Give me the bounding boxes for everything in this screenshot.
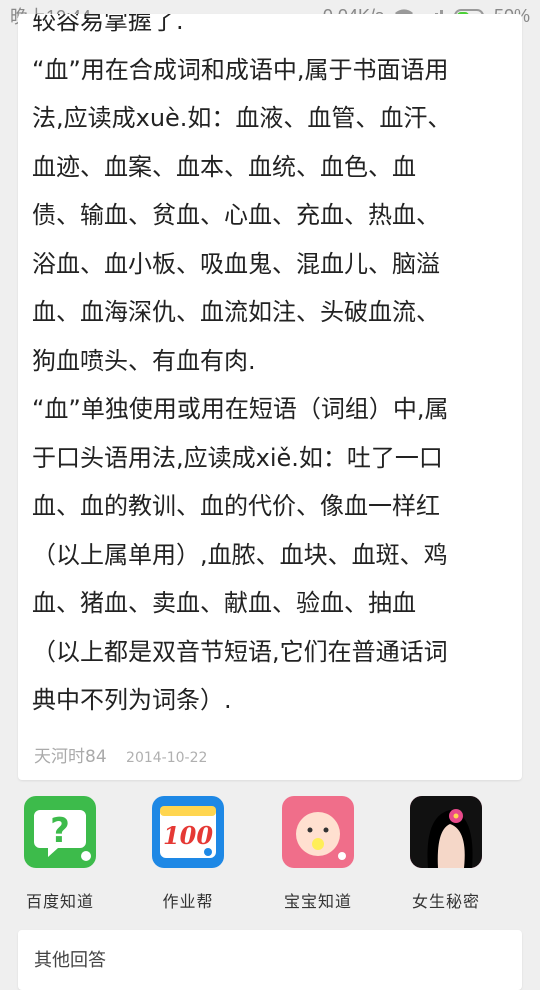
- answer-line: （以上都是双音节短语,它们在普通话词: [32, 637, 448, 666]
- app-zuoyebang[interactable]: 100 作业帮: [138, 796, 238, 912]
- svg-text:100: 100: [163, 821, 213, 850]
- answer-line: 血迹、血案、血本、血统、血色、血: [32, 152, 416, 181]
- answer-line: 狗血喷头、有血有肉.: [32, 346, 256, 375]
- answer-line: 血、猪血、卖血、献血、验血、抽血: [32, 589, 416, 617]
- answer-line: “血”单独使用或用在短语（词组）中,属: [32, 395, 449, 423]
- answer-date: 2014-10-22: [126, 750, 208, 766]
- answer-partial-line: 较容易掌握了.: [32, 14, 184, 35]
- answer-line: 法,应读成xuè.如：血液、血管、血汗、: [32, 104, 452, 132]
- answer-line: “血”用在合成词和成语中,属于书面语用: [32, 55, 449, 84]
- nvsheng-mimi-icon[interactable]: [410, 796, 482, 868]
- baobao-zhidao-icon[interactable]: [282, 796, 354, 868]
- app-label: 宝宝知道: [283, 892, 352, 911]
- answer-body: 较容易掌握了. “血”用在合成词和成语中,属于书面语用 法,应读成xuè.如：血…: [32, 14, 510, 725]
- app-nvsheng-mimi[interactable]: 女生秘密: [396, 796, 496, 912]
- app-recommendations: ? 百度知道 100 作业帮 宝宝知道 女生秘密: [0, 796, 540, 916]
- other-answers-title: 其他回答: [34, 950, 106, 971]
- app-baobao-zhidao[interactable]: 宝宝知道: [268, 796, 368, 912]
- app-label: 女生秘密: [411, 892, 480, 911]
- answer-line: （以上属单用）,血脓、血块、血斑、鸡: [32, 540, 448, 569]
- app-label: 百度知道: [25, 892, 94, 911]
- answer-card: 较容易掌握了. “血”用在合成词和成语中,属于书面语用 法,应读成xuè.如：血…: [18, 14, 522, 780]
- app-baidu-zhidao[interactable]: ? 百度知道: [10, 796, 110, 912]
- answer-line: 血、血海深仇、血流如注、头破血流、: [32, 298, 440, 326]
- app-label: 作业帮: [162, 892, 214, 911]
- answer-author[interactable]: 天河时84: [34, 747, 107, 767]
- answer-line: 债、输血、贫血、心血、充血、热血、: [32, 201, 440, 229]
- answer-line: 血、血的教训、血的代价、像血一样红: [32, 492, 440, 520]
- svg-text:?: ?: [50, 811, 70, 851]
- answer-line: 典中不列为词条）.: [32, 686, 232, 714]
- answer-line: 浴血、血小板、吸血鬼、混血儿、脑溢: [32, 249, 440, 278]
- answer-meta: 天河时84 2014-10-22: [34, 742, 207, 767]
- zuoyebang-icon[interactable]: 100: [152, 796, 224, 868]
- baidu-zhidao-icon[interactable]: ?: [24, 796, 96, 868]
- answer-line: 于口头语用法,应读成xiě.如：吐了一口: [32, 443, 443, 472]
- other-answers-section[interactable]: 其他回答: [18, 930, 522, 990]
